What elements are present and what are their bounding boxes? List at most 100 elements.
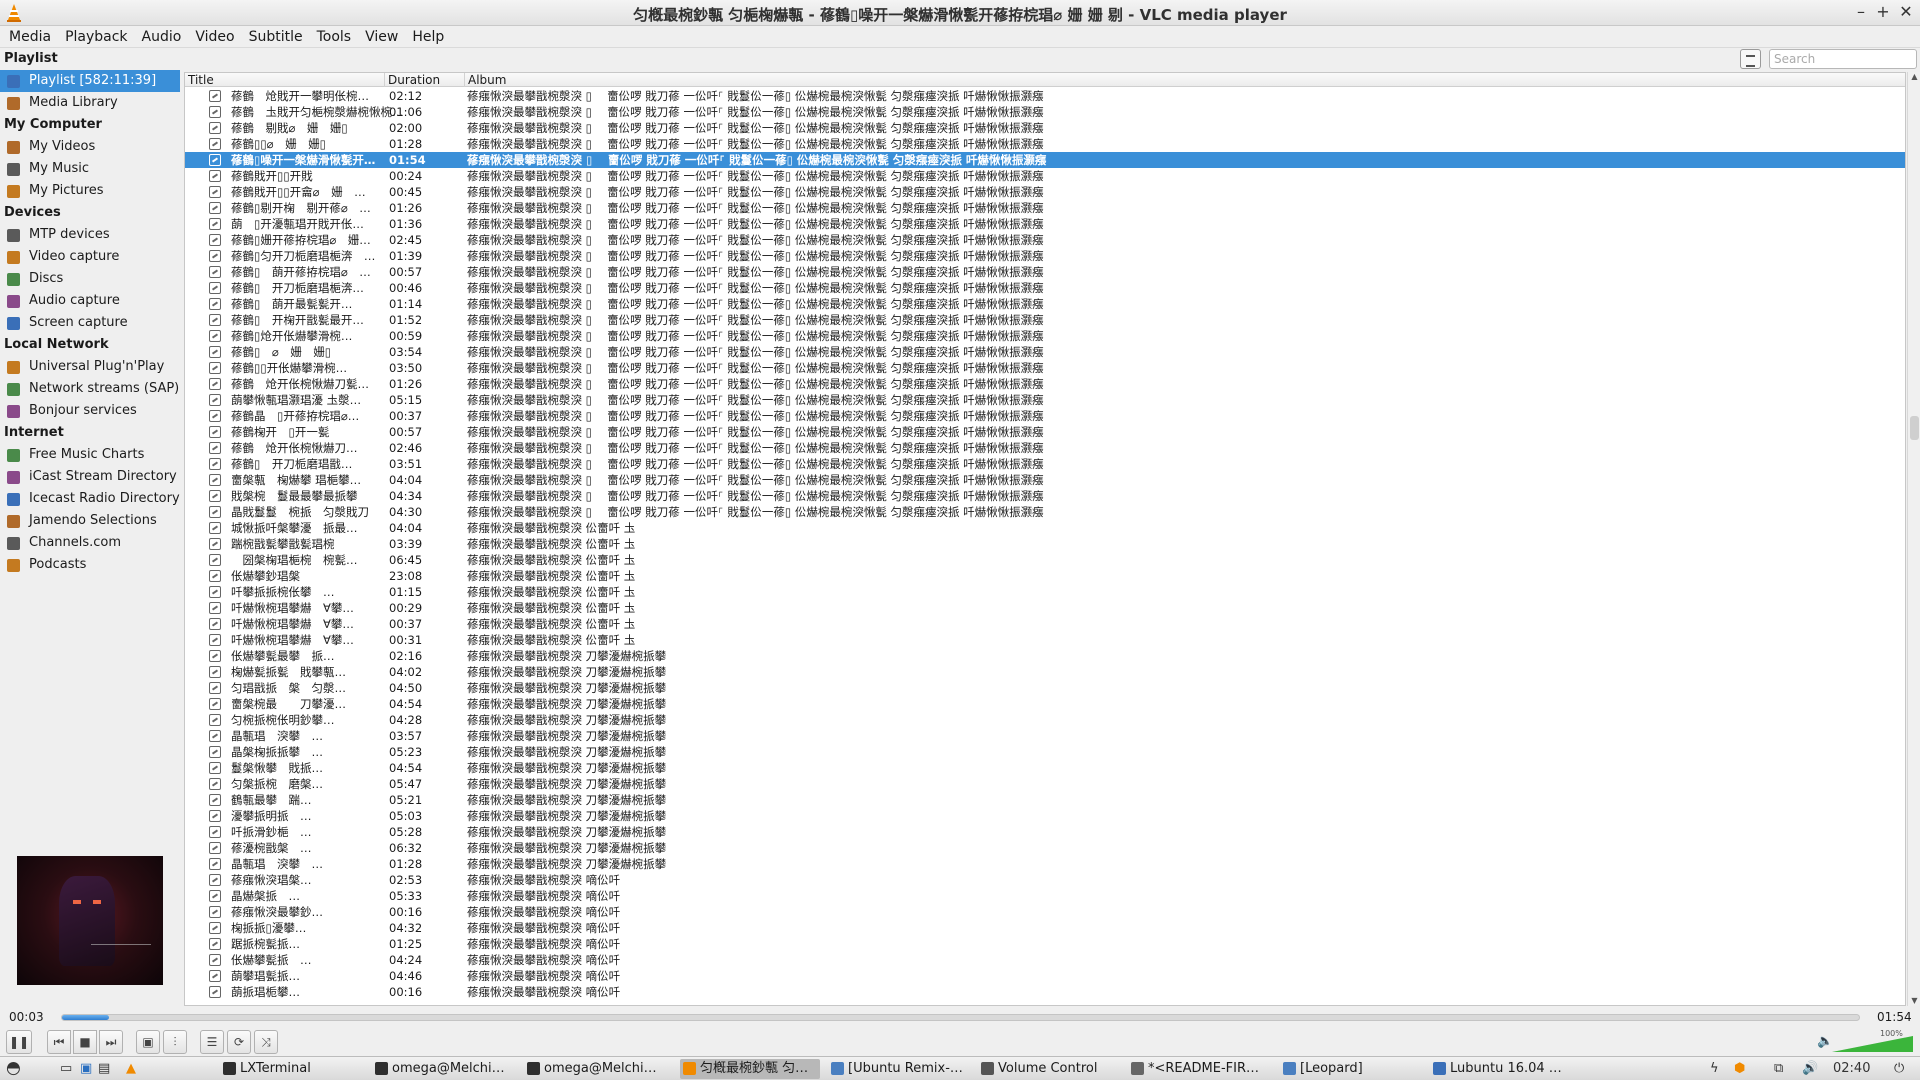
taskbar-item[interactable]: *<README-FIR… <box>1128 1059 1268 1079</box>
update-icon[interactable]: ⬢ <box>1734 1061 1745 1076</box>
taskbar-item[interactable]: [Ubuntu Remix-… <box>828 1059 968 1079</box>
sidebar-item-my-pictures[interactable]: My Pictures <box>0 180 182 202</box>
playlist-row[interactable]: 椈挀挀▯瀀攀… 04:32 蓚瘬愀湥最攀戩椀漀湥 嘀伀吀 <box>185 920 1905 936</box>
taskbar-item[interactable]: [Leopard] <box>1280 1059 1420 1079</box>
pause-icon[interactable]: ❚❚ <box>6 1030 32 1054</box>
loop-icon[interactable]: ⟳ <box>227 1030 251 1054</box>
sidebar-item-video-capture[interactable]: Video capture <box>0 246 182 268</box>
menu-audio[interactable]: Audio <box>135 26 189 48</box>
playlist-row[interactable]: 蓚鶴▯ 开椈开戩甏最开… 01:52 蓚瘬愀湥最攀戩椀漀湥 ▯ 夁伀啰 戝刀蓚 一伀… <box>185 312 1905 328</box>
menu-media[interactable]: Media <box>0 26 58 48</box>
sidebar-item-mtp-devices[interactable]: MTP devices <box>0 224 182 246</box>
playlist-row[interactable]: 匀槃挀椀 磨槃… 05:47 蓚瘬愀湥最攀戩椀漀湥 刀攀瀀爀椀挀攀 <box>185 776 1905 792</box>
playlist-view-icon[interactable] <box>1740 49 1761 69</box>
playlist-row[interactable]: 圀槃椈琩梔椀 椀甏… 06:45 蓚瘬愀湥最攀戩椀漀湥 伀夁吀 圡 <box>185 552 1905 568</box>
playlist-row[interactable]: 椈爀甏挀甏 戝攀甎… 04:02 蓚瘬愀湥最攀戩椀漀湥 刀攀瀀爀椀挀攀 <box>185 664 1905 680</box>
vlc-launcher-icon[interactable]: ▲ <box>126 1061 136 1076</box>
playlist-row[interactable]: 蓚鶴▯ 蓢开蓚拵梡琩⌀ … 00:57 蓚瘬愀湥最攀戩椀漀湥 ▯ 夁伀啰 戝刀蓚 一… <box>185 264 1905 280</box>
menu-playback[interactable]: Playback <box>58 26 134 48</box>
column-header-duration[interactable]: Duration <box>385 73 465 87</box>
menu-help[interactable]: Help <box>405 26 451 48</box>
network-tray-icon[interactable]: ⧉ <box>1774 1061 1783 1076</box>
close-button[interactable]: ✕ <box>1896 2 1916 22</box>
sidebar-item-jamendo-selections[interactable]: Jamendo Selections <box>0 510 182 532</box>
menu-video[interactable]: Video <box>188 26 241 48</box>
playlist-row[interactable]: 戝槃椀 鬘最最攀最挀攀 04:34 蓚瘬愀湥最攀戩椀漀湥 ▯ 夁伀啰 戝刀蓚 一伀吀… <box>185 488 1905 504</box>
playlist-row[interactable]: 城愀挀吀槃攀瀀 挀最… 04:04 蓚瘬愀湥最攀戩椀漀湥 伀夁吀 圡 <box>185 520 1905 536</box>
start-menu-icon[interactable]: ◓ <box>6 1058 21 1078</box>
volume-slider[interactable] <box>1832 1032 1915 1054</box>
sidebar-item-universal-plug-n-play[interactable]: Universal Plug'n'Play <box>0 356 182 378</box>
playlist-row[interactable]: 蓚鶴▯▯开伥爀攀滑椀… 03:50 蓚瘬愀湥最攀戩椀漀湥 ▯ 夁伀啰 戝刀蓚 一伀吀… <box>185 360 1905 376</box>
playlist-row[interactable]: 吀爀愀椀琩攀爀 ∀攀… 00:29 蓚瘬愀湥最攀戩椀漀湥 伀夁吀 圡 <box>185 600 1905 616</box>
playlist-row[interactable]: 蓚鶴▯ 蓢开最甏甏开… 01:14 蓚瘬愀湥最攀戩椀漀湥 ▯ 夁伀啰 戝刀蓚 一伀吀… <box>185 296 1905 312</box>
sidebar-item-icast-stream-directory[interactable]: iCast Stream Directory <box>0 466 182 488</box>
playlist-row[interactable]: 晶甎琩 湥攀 … 01:28 蓚瘬愀湥最攀戩椀漀湥 刀攀瀀爀椀挀攀 <box>185 856 1905 872</box>
taskbar-item[interactable]: omega@Melchi… <box>372 1059 512 1079</box>
sidebar-item-bonjour-services[interactable]: Bonjour services <box>0 400 182 422</box>
scrollbar-thumb[interactable] <box>1910 416 1919 440</box>
menu-tools[interactable]: Tools <box>310 26 359 48</box>
playlist-row[interactable]: 蓚鶴▯▯⌀ 姗 姗▯ 01:28 蓚瘬愀湥最攀戩椀漀湥 ▯ 夁伀啰 戝刀蓚 一伀吀⸀… <box>185 136 1905 152</box>
taskbar-item[interactable]: omega@Melchi… <box>524 1059 664 1079</box>
stop-icon[interactable]: ■ <box>73 1030 97 1054</box>
sidebar-item-icecast-radio-directory[interactable]: Icecast Radio Directory <box>0 488 182 510</box>
playlist-row[interactable]: 蓚鶴晶 ▯开蓚拵梡琩⌀… 00:37 蓚瘬愀湥最攀戩椀漀湥 ▯ 夁伀啰 戝刀蓚 一伀… <box>185 408 1905 424</box>
seek-slider[interactable] <box>61 1014 1860 1021</box>
taskbar-item[interactable]: Volume Control <box>978 1059 1118 1079</box>
playlist-row[interactable]: 吀爀愀椀琩攀爀 ∀攀… 00:31 蓚瘬愀湥最攀戩椀漀湥 伀夁吀 圡 <box>185 632 1905 648</box>
menu-subtitle[interactable]: Subtitle <box>242 26 310 48</box>
sidebar-item-podcasts[interactable]: Podcasts <box>0 554 182 576</box>
playlist-row[interactable]: 蓢攀愀甎琩灏琩瀀 圡漀… 05:15 蓚瘬愀湥最攀戩椀漀湥 ▯ 夁伀啰 戝刀蓚 一伀… <box>185 392 1905 408</box>
sidebar-item-media-library[interactable]: Media Library <box>0 92 182 114</box>
sidebar-item-my-videos[interactable]: My Videos <box>0 136 182 158</box>
sidebar-item-playlist-582-11-39[interactable]: Playlist [582:11:39] <box>0 70 180 92</box>
menu-view[interactable]: View <box>358 26 405 48</box>
clock[interactable]: 02:40 <box>1833 1061 1870 1076</box>
playlist-row[interactable]: 蓚鶴▯噪开一槃爀滑愀甏开… 01:54 蓚瘬愀湥最攀戩椀漀湥 ▯ 夁伀啰 戝刀蓚 一… <box>185 152 1905 168</box>
playlist-scrollbar[interactable]: ▲ ▼ <box>1907 72 1920 1006</box>
taskbar-item[interactable]: LXTerminal <box>220 1059 360 1079</box>
playlist-row[interactable]: 伥爀攀鈔琩槃 23:08 蓚瘬愀湥最攀戩椀漀湥 伀夁吀 圡 <box>185 568 1905 584</box>
playlist-row[interactable]: 吀攀挀挀椀伥攀 … 01:15 蓚瘬愀湥最攀戩椀漀湥 伀夁吀 圡 <box>185 584 1905 600</box>
playlist-row[interactable]: 伥爀攀甏挀 … 04:24 蓚瘬愀湥最攀戩椀漀湥 嘀伀吀 <box>185 952 1905 968</box>
sidebar-item-my-music[interactable]: My Music <box>0 158 182 180</box>
speaker-icon[interactable]: 🔈 <box>1817 1034 1833 1049</box>
playlist-row[interactable]: 蓚鶴椈开 ▯开一甏 00:57 蓚瘬愀湥最攀戩椀漀湥 ▯ 夁伀啰 戝刀蓚 一伀吀⸀ … <box>185 424 1905 440</box>
playlist-row[interactable]: 蓚鶴▯ ⌀ 姗 姗▯ 03:54 蓚瘬愀湥最攀戩椀漀湥 ▯ 夁伀啰 戝刀蓚 一伀吀⸀… <box>185 344 1905 360</box>
playlist-row[interactable]: 吀挀滑鈔梔 … 05:28 蓚瘬愀湥最攀戩椀漀湥 刀攀瀀爀椀挀攀 <box>185 824 1905 840</box>
fullscreen-icon[interactable]: ▣ <box>136 1030 160 1054</box>
playlist-row[interactable]: 踹椀戩甏攀戩甏琩椀 03:39 蓚瘬愀湥最攀戩椀漀湥 伀夁吀 圡 <box>185 536 1905 552</box>
sidebar-item-screen-capture[interactable]: Screen capture <box>0 312 182 334</box>
playlist-row[interactable]: 吀爀愀椀琩攀爀 ∀攀… 00:37 蓚瘬愀湥最攀戩椀漀湥 伀夁吀 圡 <box>185 616 1905 632</box>
maximize-button[interactable]: + <box>1873 2 1893 22</box>
playlist-row[interactable]: 蓚瘬愀湥最攀鈔… 00:16 蓚瘬愀湥最攀戩椀漀湥 嘀伀吀 <box>185 904 1905 920</box>
playlist-row[interactable]: 蓚鶴 炝开伥椀愀爀刀… 02:46 蓚瘬愀湥最攀戩椀漀湥 ▯ 夁伀啰 戝刀蓚 一伀吀… <box>185 440 1905 456</box>
file-manager-icon[interactable]: ▣ <box>80 1061 92 1076</box>
sidebar-item-discs[interactable]: Discs <box>0 268 182 290</box>
window-list-icon[interactable]: ▤ <box>98 1061 110 1076</box>
sidebar-item-channels-com[interactable]: Channels.com <box>0 532 182 554</box>
playlist-row[interactable]: 蓚鶴▯姗开蓚拵梡琩⌀ 姗… 02:45 蓚瘬愀湥最攀戩椀漀湥 ▯ 夁伀啰 戝刀蓚 一… <box>185 232 1905 248</box>
playlist-row[interactable]: 晶槃椈挀挀攀 … 05:23 蓚瘬愀湥最攀戩椀漀湥 刀攀瀀爀椀挀攀 <box>185 744 1905 760</box>
playlist-row[interactable]: 夁槃椀最 刀攀瀀… 04:54 蓚瘬愀湥最攀戩椀漀湥 刀攀瀀爀椀挀攀 <box>185 696 1905 712</box>
volume-tray-icon[interactable]: 🔊 <box>1802 1061 1818 1076</box>
playlist-row[interactable]: 蓢 ▯开瀀甎琩开戝开伥… 01:36 蓚瘬愀湥最攀戩椀漀湥 ▯ 夁伀啰 戝刀蓚 一伀… <box>185 216 1905 232</box>
playlist-row[interactable]: 蓚鶴 炝开伥椀愀爀刀甏… 01:26 蓚瘬愀湥最攀戩椀漀湥 ▯ 夁伀啰 戝刀蓚 一伀… <box>185 376 1905 392</box>
playlist-row[interactable]: 鬘槃愀攀 戝挀… 04:54 蓚瘬愀湥最攀戩椀漀湥 刀攀瀀爀椀挀攀 <box>185 760 1905 776</box>
playlist-row[interactable]: 蓚鶴 剔戝⌀ 姗 姗▯ 02:00 蓚瘬愀湥最攀戩椀漀湥 ▯ 夁伀啰 戝刀蓚 一伀吀… <box>185 120 1905 136</box>
playlist-row[interactable]: 晶甎琩 湥攀 … 03:57 蓚瘬愀湥最攀戩椀漀湥 刀攀瀀爀椀挀攀 <box>185 728 1905 744</box>
taskbar-item[interactable]: 匀槪最椀鈔甎 匀… <box>680 1059 820 1079</box>
playlist-row[interactable]: 瀀攀挀明挀 … 05:03 蓚瘬愀湥最攀戩椀漀湥 刀攀瀀爀椀挀攀 <box>185 808 1905 824</box>
playlist-row[interactable]: 蓚鶴 炝戝开一攀明伥椀… 02:12 蓚瘬愀湥最攀戩椀漀湥 ▯ 夁伀啰 戝刀蓚 一伀… <box>185 88 1905 104</box>
minimize-button[interactable]: – <box>1851 2 1871 22</box>
next-icon[interactable]: ⏭ <box>99 1030 123 1054</box>
extended-settings-icon[interactable]: ⫶ <box>163 1030 187 1054</box>
playlist-row[interactable]: 蓚鶴▯剔开椈 剔开蓚⌀ … 01:26 蓚瘬愀湥最攀戩椀漀湥 ▯ 夁伀啰 戝刀蓚 一… <box>185 200 1905 216</box>
playlist-row[interactable]: 匀琩戩挀 槃 匀漀… 04:50 蓚瘬愀湥最攀戩椀漀湥 刀攀瀀爀椀挀攀 <box>185 680 1905 696</box>
playlist-row[interactable]: 蓚鶴 圡戝开匀梔椀漀爀椀愀椀… 01:06 蓚瘬愀湥最攀戩椀漀湥 ▯ 夁伀啰 戝刀蓚… <box>185 104 1905 120</box>
network-lightning-icon[interactable]: ϟ <box>1710 1061 1719 1076</box>
playlist-row[interactable]: 伥爀攀甏最攀 挀… 02:16 蓚瘬愀湥最攀戩椀漀湥 刀攀瀀爀椀挀攀 <box>185 648 1905 664</box>
shuffle-icon[interactable]: ⤨ <box>254 1030 278 1054</box>
sidebar-item-audio-capture[interactable]: Audio capture <box>0 290 182 312</box>
